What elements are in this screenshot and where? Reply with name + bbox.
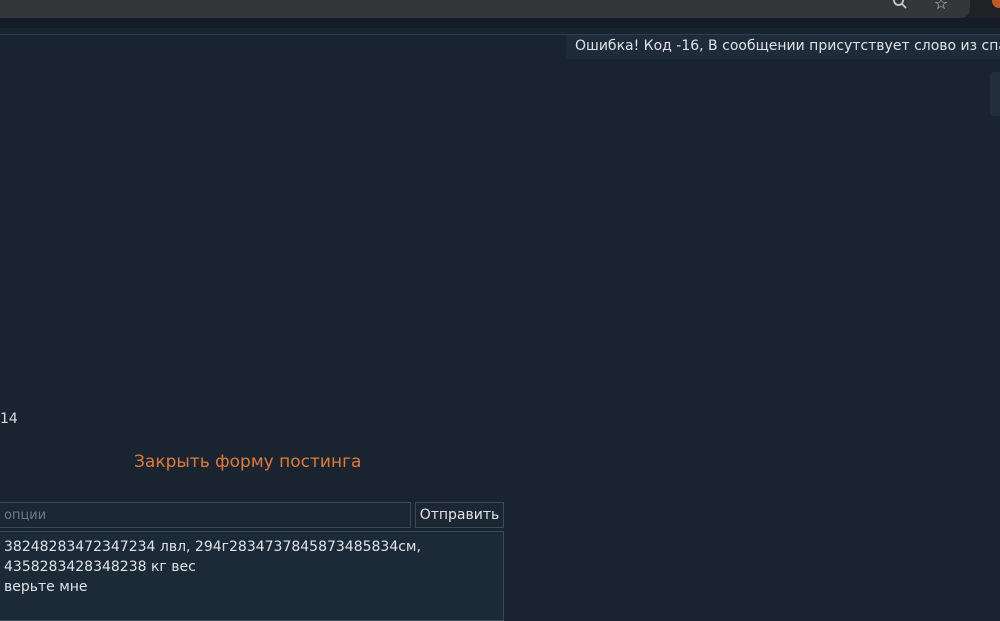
message-textarea[interactable]: 38248283472347234 лвл, 294г2834737845873… bbox=[0, 531, 504, 621]
extension-icon[interactable] bbox=[992, 0, 1000, 8]
address-bar[interactable] bbox=[0, 0, 970, 18]
bookmark-star-icon[interactable]: ☆ bbox=[931, 0, 951, 14]
browser-toolbar: ☆ bbox=[0, 0, 1000, 18]
submit-button[interactable]: Отправить bbox=[415, 502, 504, 528]
search-icon[interactable] bbox=[890, 0, 910, 14]
options-input[interactable] bbox=[0, 502, 411, 528]
error-banner: Ошибка! Код -16, В сообщении присутствуе… bbox=[566, 35, 1000, 59]
post-number: 14 bbox=[0, 411, 18, 427]
side-panel-tab[interactable] bbox=[990, 72, 1000, 116]
close-posting-form-link[interactable]: Закрыть форму постинга bbox=[134, 452, 361, 472]
page-top-strip bbox=[0, 18, 1000, 28]
